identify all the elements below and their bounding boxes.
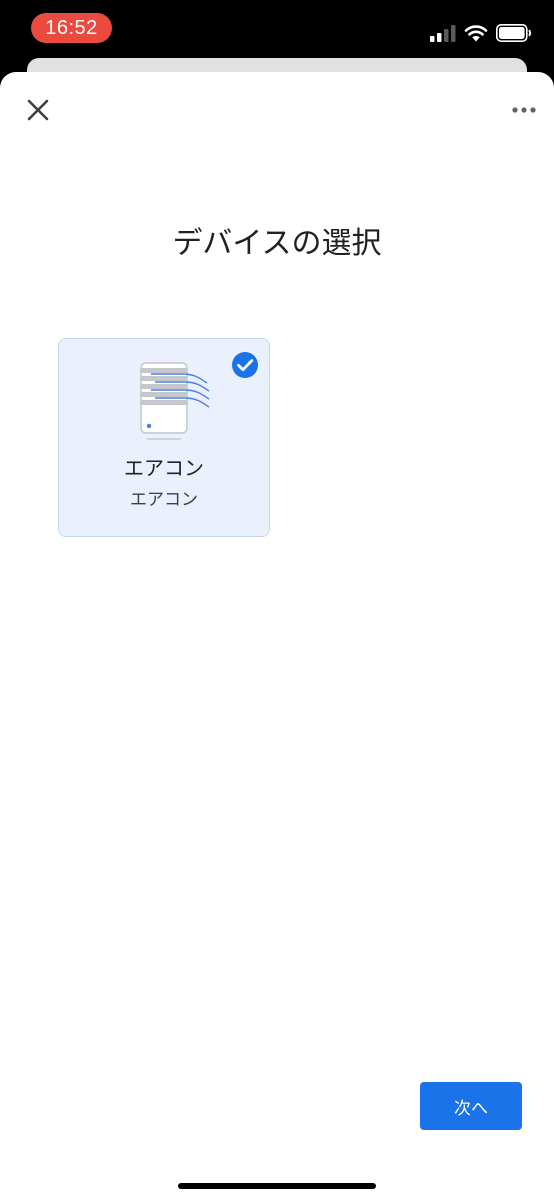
check-circle-icon	[232, 352, 258, 378]
battery-icon	[496, 24, 532, 42]
home-indicator[interactable]	[178, 1183, 376, 1189]
next-button[interactable]: 次へ	[420, 1082, 522, 1130]
close-icon	[27, 99, 49, 121]
wifi-icon	[464, 25, 488, 42]
device-type: エアコン	[130, 490, 198, 510]
device-card-air-conditioner[interactable]: エアコン エアコン	[58, 338, 270, 537]
screen: 16:52 デバイスの選択 エアコン エアコン 次へ	[0, 0, 554, 1200]
page-title: デバイスの選択	[172, 226, 382, 261]
more-options-button[interactable]	[508, 94, 540, 126]
more-horizontal-icon	[512, 107, 536, 113]
status-time[interactable]: 16:52	[31, 13, 112, 43]
device-select-sheet: デバイスの選択 エアコン エアコン 次へ	[0, 72, 554, 1200]
status-bar: 16:52	[0, 0, 554, 60]
close-button[interactable]	[22, 94, 54, 126]
cellular-signal-icon	[430, 25, 456, 42]
status-icons	[430, 22, 532, 44]
device-name: エアコン	[124, 456, 204, 480]
air-conditioner-icon	[140, 362, 210, 440]
